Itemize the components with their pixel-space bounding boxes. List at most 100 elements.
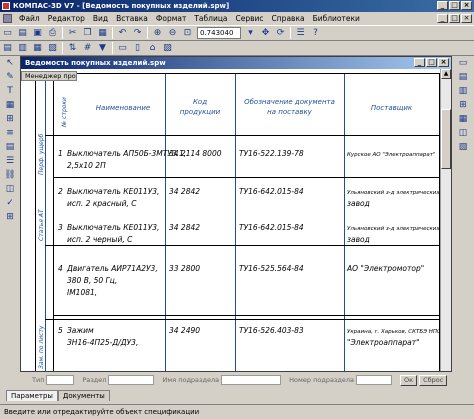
row-name: Зажим [67,326,94,335]
save-icon[interactable]: ▣ [31,27,44,39]
row-doc: ТУ16-526.403-83 [239,326,304,335]
toolbar-separator [112,27,113,39]
renumber-icon[interactable]: # [81,42,94,54]
row-supplier: завод [347,235,370,244]
frame-line [35,73,439,74]
menu-service[interactable]: Сервис [232,14,268,23]
row-line [45,245,439,246]
side-tool-icon[interactable]: ▧ [457,141,470,153]
side-tool-icon[interactable]: ⊞ [457,99,470,111]
tool-format-icon[interactable]: ≡ [4,127,17,139]
menu-insert[interactable]: Вставка [112,14,152,23]
zoom-out-icon[interactable]: ⊖ [166,27,179,39]
tool-grid-icon[interactable]: ⊞ [4,211,17,223]
zoom-in-icon[interactable]: ⊕ [151,27,164,39]
doc-title-maximize-button[interactable]: □ [426,58,437,67]
vertical-scrollbar[interactable]: ▲ [440,69,451,371]
menu-table[interactable]: Таблица [190,14,231,23]
scroll-thumb[interactable] [441,109,451,169]
refresh-icon[interactable]: ⟳ [274,27,287,39]
specification-sheet: Наименование Код продукции Обозначение д… [21,71,441,371]
menu-format[interactable]: Формат [152,14,190,23]
layout-icon[interactable]: ▭ [116,42,129,54]
tool-check-icon[interactable]: ✓ [4,197,17,209]
type-field[interactable] [46,375,75,385]
undo-icon[interactable]: ↶ [116,27,129,39]
tool-table-icon[interactable]: ▦ [4,99,17,111]
doc-restore-button[interactable]: □ [449,14,460,23]
tool-text-icon[interactable]: T [4,85,17,97]
header-supplier: Поставщик [370,104,413,112]
tool-edit-icon[interactable]: ✎ [4,71,17,83]
add-section-icon[interactable]: ▤ [1,42,14,54]
menu-help[interactable]: Справка [268,14,309,23]
tool-select-icon[interactable]: ↖ [4,57,17,69]
paste-icon[interactable]: ▦ [96,27,109,39]
status-bar: Введите или отредактируйте объект специф… [0,404,474,419]
side-tool-icon[interactable]: ▥ [457,85,470,97]
row-name: 380 В, 50 Гц, [67,276,118,285]
tool-insert-icon[interactable]: ⊞ [4,113,17,125]
row-number: 1 [58,149,63,158]
row-doc: ТУ16-642.015-84 [239,187,304,196]
cut-icon[interactable]: ✂ [66,27,79,39]
side-tool-icon[interactable]: ▦ [457,113,470,125]
menu-file[interactable]: Файл [15,14,44,23]
doc-close-button[interactable]: × [461,14,472,23]
zoom-input[interactable]: 0.743040 [197,27,241,39]
redo-icon[interactable]: ↷ [131,27,144,39]
tool-measure-icon[interactable]: ◫ [4,183,17,195]
column-line [344,73,345,371]
normal-mode-icon[interactable]: ▯ [131,42,144,54]
menu-libraries[interactable]: Библиотеки [309,14,364,23]
tab-documents[interactable]: Документы [57,390,110,401]
subsection-number-field[interactable] [356,375,393,385]
help-icon[interactable]: ? [309,27,322,39]
copy-icon[interactable]: ❐ [81,27,94,39]
side-tool-icon[interactable]: ▤ [457,71,470,83]
subsection-name-field[interactable] [221,375,282,385]
panel-tabs: Параметры Документы [0,388,474,401]
minimize-button[interactable]: _ [437,1,448,10]
group-label: Статья АТ [38,209,45,241]
doc-minimize-button[interactable]: _ [437,14,448,23]
toolbar-separator [112,42,113,54]
project-manager-tab[interactable]: Менеджер проекта [21,71,77,81]
sort-icon[interactable]: ⇅ [66,42,79,54]
scroll-up-icon[interactable]: ▲ [441,69,451,79]
menu-view[interactable]: Вид [89,14,112,23]
new-icon[interactable]: ▭ [1,27,14,39]
document-icon[interactable]: ▨ [161,42,174,54]
add-reserve-line-icon[interactable]: ▧ [46,42,59,54]
maximize-button[interactable]: □ [449,1,460,10]
print-icon[interactable]: ⎙ [46,27,59,39]
section-field[interactable] [108,375,155,385]
zoom-window-icon[interactable]: ⊡ [181,27,194,39]
tool-link-icon[interactable]: ⛓ [4,169,17,181]
tool-list-icon[interactable]: ☰ [4,155,17,167]
zoom-dropdown-icon[interactable]: ▾ [244,27,257,39]
document-menu-icon[interactable] [3,14,12,23]
side-tool-icon[interactable]: ▭ [457,57,470,69]
column-line [165,73,166,371]
lock-icon[interactable]: ⌂ [146,42,159,54]
properties-icon[interactable]: ☰ [294,27,307,39]
add-base-object-icon[interactable]: ▦ [31,42,44,54]
side-tool-icon[interactable]: ◫ [457,127,470,139]
doc-title-close-button[interactable]: × [438,58,449,67]
add-object-icon[interactable]: ▥ [16,42,29,54]
close-button[interactable]: × [461,1,472,10]
window-title: КОМПАС-3D V7 - [Ведомость покупных издел… [13,2,230,10]
open-icon[interactable]: ▤ [16,27,29,39]
reset-button[interactable]: Сброс [419,374,448,386]
filter-icon[interactable]: ▼ [96,42,109,54]
ok-button[interactable]: Ок [400,374,418,386]
row-name: исп. 2 красный, С [67,199,137,208]
app-icon [2,2,10,10]
tool-cells-icon[interactable]: ▤ [4,141,17,153]
tab-parameters[interactable]: Параметры [6,390,58,401]
subsection-number-label: Номер подраздела [289,376,355,384]
menu-editor[interactable]: Редактор [44,14,89,23]
doc-title-minimize-button[interactable]: _ [414,58,425,67]
pan-icon[interactable]: ✥ [259,27,272,39]
